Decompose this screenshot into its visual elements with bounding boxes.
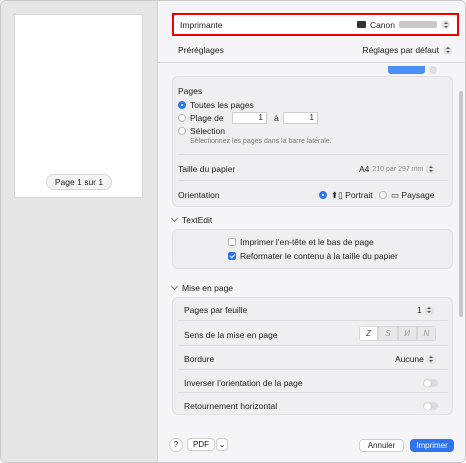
cancel-button[interactable]: Annuler <box>359 439 404 452</box>
printer-label: Imprimante <box>180 19 223 30</box>
direction-s-option[interactable]: S <box>378 326 398 341</box>
presets-row[interactable]: Préréglages Réglages par défaut <box>172 40 459 60</box>
landscape-icon: ▭ <box>391 190 402 200</box>
layout-direction-control[interactable]: Z S И N <box>359 326 436 341</box>
divider <box>178 180 448 181</box>
paper-size-value: A4 <box>359 164 370 174</box>
paper-size-label: Taille du papier <box>178 164 236 174</box>
reverse-orientation-label: Inverser l’orientation de la page <box>184 378 303 388</box>
dialog-footer: ? PDF ⌄ Annuler Imprimer <box>158 430 465 462</box>
direction-reverse-n-option[interactable]: И <box>397 326 417 341</box>
horizontal-flip-toggle[interactable] <box>423 402 438 410</box>
preview-pane: Page 1 sur 1 <box>1 1 158 462</box>
chevron-down-icon <box>170 282 179 291</box>
chevron-down-icon: ⌄ <box>218 440 226 449</box>
divider <box>178 345 448 346</box>
horizontal-flip-label: Retournement horizontal <box>184 401 278 411</box>
divider <box>178 369 448 370</box>
settings-scroll-area[interactable]: Pages Toutes les pages Plage de 1 à 1 Sé… <box>158 63 465 430</box>
textedit-section-toggle[interactable]: TextEdit <box>170 214 213 225</box>
help-button[interactable]: ? <box>169 438 183 452</box>
pages-per-sheet-label: Pages par feuille <box>184 305 248 315</box>
range-label: Plage de <box>190 113 224 123</box>
range-to-field[interactable]: 1 <box>283 112 318 124</box>
pages-group: Pages Toutes les pages Plage de 1 à 1 Sé… <box>172 76 453 207</box>
divider <box>178 154 448 155</box>
selection-label: Sélection <box>190 126 225 136</box>
pdf-menu[interactable]: PDF ⌄ <box>187 438 228 451</box>
range-radio[interactable] <box>178 114 186 122</box>
portrait-radio[interactable] <box>319 191 327 199</box>
partial-popup[interactable] <box>429 66 437 74</box>
presets-popup[interactable]: Réglages par défaut <box>362 45 452 55</box>
all-pages-label: Toutes les pages <box>190 100 254 110</box>
partial-button[interactable] <box>388 66 425 74</box>
all-pages-radio[interactable] <box>178 101 186 109</box>
border-label: Bordure <box>184 354 215 364</box>
divider <box>178 392 448 393</box>
print-dialog: Page 1 sur 1 Imprimante Canon Préréglage… <box>0 0 466 463</box>
selection-radio[interactable] <box>178 127 186 135</box>
header-divider <box>158 62 465 63</box>
popup-arrows-icon <box>426 164 436 174</box>
portrait-icon: ⬆▯ <box>331 190 346 200</box>
redacted-printer-model <box>399 21 437 28</box>
landscape-label: ▭ Paysage <box>391 190 435 200</box>
presets-value: Réglages par défaut <box>362 45 439 55</box>
header-footer-checkbox[interactable] <box>228 238 236 246</box>
popup-arrows-icon <box>441 20 450 29</box>
textedit-group: Imprimer l’en-tête et le bas de page Ref… <box>172 229 453 269</box>
page-indicator: Page 1 sur 1 <box>46 174 112 190</box>
pdf-dropdown-button[interactable]: ⌄ <box>216 438 228 451</box>
range-from-field[interactable]: 1 <box>232 112 267 124</box>
paper-dimensions: 210 par 297 mm <box>372 165 424 173</box>
border-popup[interactable]: Aucune <box>395 354 436 364</box>
layout-section-toggle[interactable]: Mise en page <box>170 282 234 293</box>
printer-popup[interactable]: Canon <box>356 19 450 30</box>
direction-z-option[interactable]: Z <box>359 326 379 341</box>
pages-per-sheet-popup[interactable]: 1 <box>417 305 434 315</box>
page-preview <box>14 14 143 198</box>
selection-hint: Sélectionnez les pages dans la barre lat… <box>190 138 332 145</box>
printer-icon <box>356 21 366 28</box>
rewrap-label: Reformater le contenu à la taille du pap… <box>240 251 398 261</box>
landscape-radio[interactable] <box>379 191 387 199</box>
chevron-down-icon <box>170 214 179 223</box>
popup-arrows-icon <box>424 305 434 315</box>
divider <box>178 320 448 321</box>
header-footer-label: Imprimer l’en-tête et le bas de page <box>240 237 374 247</box>
direction-n-option[interactable]: N <box>416 326 436 341</box>
printer-row[interactable]: Imprimante Canon <box>172 13 459 36</box>
popup-arrows-icon <box>443 45 452 55</box>
settings-scrollbar[interactable] <box>459 91 463 317</box>
portrait-label: ⬆▯ Portrait <box>331 190 373 200</box>
pdf-button[interactable]: PDF <box>187 438 215 451</box>
layout-title: Mise en page <box>182 283 234 293</box>
paper-size-popup[interactable]: A4 210 par 297 mm <box>359 164 436 174</box>
orientation-label: Orientation <box>178 190 220 200</box>
presets-label: Préréglages <box>178 45 224 55</box>
settings-pane: Imprimante Canon Préréglages Réglages pa… <box>158 1 465 462</box>
layout-group: Pages par feuille 1 Sens de la mise en p… <box>172 297 453 415</box>
range-to-label: à <box>274 113 279 123</box>
pages-title: Pages <box>178 86 203 96</box>
reverse-orientation-toggle[interactable] <box>423 379 438 387</box>
printer-name: Canon <box>369 19 395 30</box>
textedit-title: TextEdit <box>182 215 213 225</box>
popup-arrows-icon <box>426 354 436 364</box>
layout-direction-label: Sens de la mise en page <box>184 330 278 340</box>
rewrap-checkbox[interactable] <box>228 252 236 260</box>
print-button[interactable]: Imprimer <box>410 439 454 452</box>
